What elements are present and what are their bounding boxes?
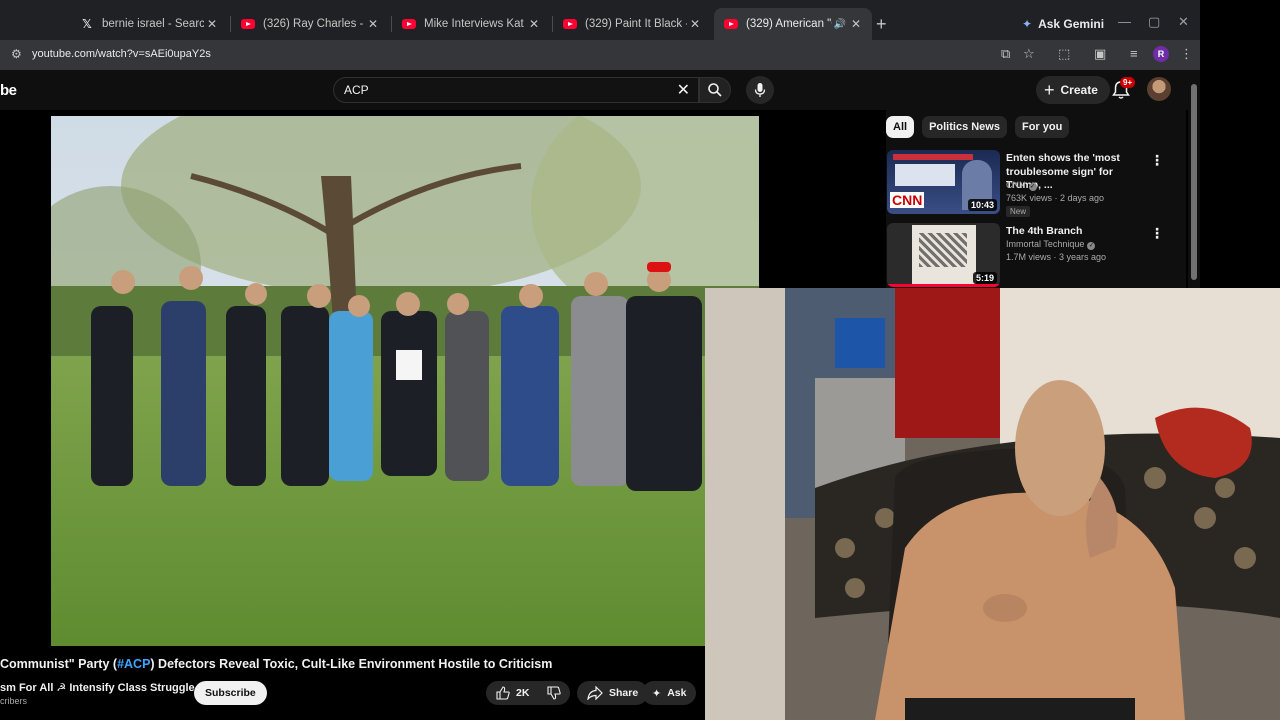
tab-title: (329) American "Communi bbox=[746, 18, 832, 30]
dislike-button[interactable] bbox=[547, 686, 562, 700]
new-tab-button[interactable]: + bbox=[876, 14, 887, 35]
video-channel-name[interactable]: sm For All ☭ Intensify Class Struggle bbox=[0, 681, 195, 694]
cnn-logo: CNN bbox=[890, 192, 925, 208]
search-query: ACP bbox=[344, 83, 369, 97]
chip-politics-news[interactable]: Politics News bbox=[922, 116, 1007, 138]
search-input[interactable]: ACP ✕ bbox=[333, 77, 699, 103]
install-icon[interactable]: ⧉ bbox=[1001, 46, 1010, 62]
more-actions-icon[interactable]: ⋮ bbox=[1150, 152, 1164, 169]
video-duration: 5:19 bbox=[972, 272, 997, 284]
youtube-logo[interactable]: be bbox=[0, 82, 17, 99]
split-view-icon[interactable]: ▣ bbox=[1094, 46, 1106, 62]
share-icon bbox=[587, 686, 603, 700]
bookmark-star-icon[interactable]: ☆ bbox=[1023, 46, 1035, 62]
kebab-menu-icon[interactable]: ⋮ bbox=[1180, 46, 1193, 62]
close-icon[interactable]: ✕ bbox=[365, 17, 381, 31]
tab-title: (326) Ray Charles - America The bbox=[263, 18, 365, 30]
youtube-icon bbox=[241, 17, 255, 31]
subscriber-count: cribers bbox=[0, 696, 28, 706]
video-title-heading: Communist" Party (#ACP) Defectors Reveal… bbox=[0, 657, 552, 671]
verified-icon: ✓ bbox=[1087, 242, 1096, 250]
share-label: Share bbox=[609, 687, 639, 699]
video-thumbnail[interactable]: CNN 10:43 bbox=[887, 150, 1000, 214]
profile-avatar[interactable]: R bbox=[1153, 46, 1169, 62]
maximize-icon[interactable]: ▢ bbox=[1148, 14, 1160, 30]
media-control-icon[interactable]: ≡ bbox=[1130, 46, 1138, 61]
tab-paint-it-black[interactable]: (329) Paint It Black - YouTube ✕ bbox=[553, 8, 711, 40]
channel-name[interactable]: Immortal Technique ✓ bbox=[1006, 239, 1096, 250]
tab-american-communist[interactable]: (329) American "Communi 🔊 ✕ bbox=[714, 8, 872, 40]
share-button[interactable]: Share bbox=[577, 681, 649, 705]
speaker-icon[interactable]: 🔊 bbox=[832, 19, 848, 30]
screen-edge bbox=[1200, 0, 1280, 290]
chip-all[interactable]: All bbox=[886, 116, 915, 138]
recommendation-item[interactable]: CNN 10:43 Enten shows the 'most troubles… bbox=[887, 150, 1187, 217]
close-icon[interactable]: ✕ bbox=[204, 17, 220, 31]
address-bar: ⚙ youtube.com/watch?v=sAEi0upaY2s ⧉ ☆ ⬚ … bbox=[0, 40, 1200, 70]
youtube-icon bbox=[402, 17, 416, 31]
chip-for-you[interactable]: For you bbox=[1014, 116, 1070, 138]
thumbs-up-icon bbox=[496, 686, 510, 700]
tab-title: (329) Paint It Black - YouTube bbox=[585, 18, 687, 30]
recommendation-item[interactable]: 5:19 The 4th Branch Immortal Technique ✓ … bbox=[887, 223, 1187, 289]
gemini-icon: ✦ bbox=[1022, 17, 1033, 31]
plus-icon: + bbox=[1044, 79, 1055, 100]
x-icon: 𝕏 bbox=[82, 17, 92, 31]
url-field[interactable]: youtube.com/watch?v=sAEi0upaY2s bbox=[32, 48, 211, 60]
video-title-prefix: Communist" Party ( bbox=[0, 657, 118, 671]
video-meta: 1.7M views · 3 years ago bbox=[1006, 252, 1107, 262]
create-button[interactable]: + Create bbox=[1036, 76, 1110, 104]
ask-button[interactable]: ✦ Ask bbox=[642, 681, 697, 705]
account-avatar[interactable] bbox=[1147, 77, 1171, 101]
scrollbar-thumb[interactable] bbox=[1191, 84, 1197, 280]
ask-label: Ask bbox=[667, 687, 687, 699]
thumbs-down-icon bbox=[547, 686, 562, 700]
channel-name-text: CNN bbox=[1006, 180, 1026, 190]
new-badge: New bbox=[1006, 206, 1031, 217]
extensions-icon[interactable]: ⬚ bbox=[1058, 46, 1070, 62]
video-title-suffix: ) Defectors Reveal Toxic, Cult-Like Envi… bbox=[150, 657, 553, 671]
notification-count-badge: 9+ bbox=[1120, 77, 1136, 88]
subscribe-button[interactable]: Subscribe bbox=[194, 681, 267, 705]
create-label: Create bbox=[1060, 83, 1098, 97]
hashtag-link[interactable]: #ACP bbox=[117, 657, 150, 671]
minimize-icon[interactable]: — bbox=[1118, 14, 1131, 29]
youtube-icon bbox=[563, 17, 577, 31]
more-actions-icon[interactable]: ⋮ bbox=[1150, 225, 1164, 242]
video-meta: 763K views · 2 days ago bbox=[1006, 193, 1105, 203]
channel-name-text: Immortal Technique bbox=[1006, 239, 1085, 249]
window-close-icon[interactable]: ✕ bbox=[1178, 14, 1189, 30]
ask-gemini-label: Ask Gemini bbox=[1038, 17, 1105, 31]
like-dislike-group: 2K bbox=[486, 681, 570, 705]
video-duration: 10:43 bbox=[967, 199, 997, 211]
youtube-icon bbox=[724, 17, 738, 31]
page-scrollbar[interactable] bbox=[1188, 70, 1200, 290]
webcam-overlay bbox=[705, 288, 1280, 720]
tab-ray-charles[interactable]: (326) Ray Charles - America The ✕ bbox=[231, 8, 389, 40]
filter-chips: All Politics News For you bbox=[886, 116, 1070, 138]
close-icon[interactable]: ✕ bbox=[848, 17, 864, 31]
tab-title: bernie israel - Search / X bbox=[102, 18, 204, 30]
channel-name[interactable]: CNN ✓ bbox=[1006, 180, 1037, 191]
like-count: 2K bbox=[516, 687, 530, 699]
site-settings-icon[interactable]: ⚙ bbox=[11, 47, 22, 61]
microphone-icon bbox=[754, 83, 766, 97]
search-button[interactable] bbox=[699, 77, 731, 103]
ask-gemini-button[interactable]: ✦ Ask Gemini bbox=[1022, 14, 1104, 34]
video-thumbnail[interactable]: 5:19 bbox=[887, 223, 1000, 287]
verified-icon: ✓ bbox=[1028, 183, 1037, 191]
video-title[interactable]: The 4th Branch bbox=[1006, 225, 1146, 239]
sparkle-icon: ✦ bbox=[652, 687, 662, 700]
tab-mike-interviews[interactable]: Mike Interviews Kat Abughazal ✕ bbox=[392, 8, 550, 40]
youtube-header: be ACP ✕ + Create 9+ bbox=[0, 70, 1200, 110]
like-button[interactable]: 2K bbox=[496, 686, 529, 700]
close-icon[interactable]: ✕ bbox=[526, 17, 542, 31]
close-icon[interactable]: ✕ bbox=[687, 17, 703, 31]
clear-search-icon[interactable]: ✕ bbox=[677, 80, 690, 100]
video-frame-group-photo[interactable] bbox=[51, 116, 759, 646]
search-icon bbox=[708, 83, 722, 97]
tab-x-search[interactable]: 𝕏 bernie israel - Search / X ✕ bbox=[70, 8, 228, 40]
voice-search-button[interactable] bbox=[746, 76, 774, 104]
tab-title: Mike Interviews Kat Abughazal bbox=[424, 18, 526, 30]
